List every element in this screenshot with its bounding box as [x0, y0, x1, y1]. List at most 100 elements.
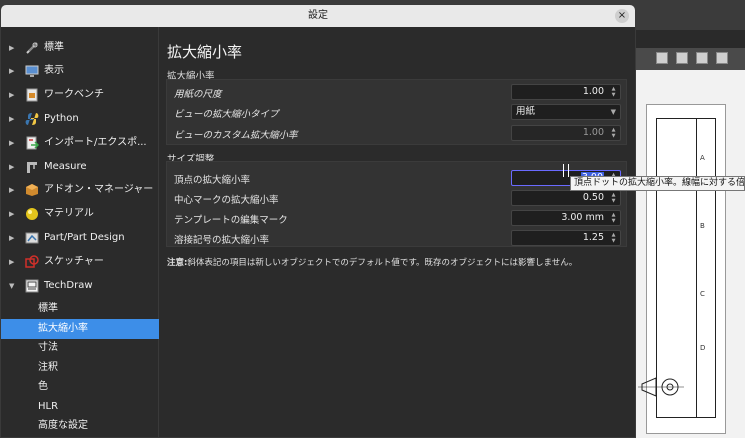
sidebar-item-addon-manager[interactable]: ▶ アドオン・マネージャー — [1, 179, 159, 201]
sidebar-item-import-export[interactable]: ▶ インポート/エクスポ... — [1, 132, 159, 154]
page-scale-spinbox[interactable]: 1.00 ▲ ▼ — [511, 84, 621, 100]
weld-symbol-scale-label: 溶接記号の拡大縮小率 — [174, 235, 270, 246]
view-scale-type-select[interactable]: 用紙 ▼ — [511, 104, 621, 120]
sidebar-subitem-label: 注釈 — [38, 362, 58, 373]
spin-arrows-icon[interactable]: ▲▼ — [609, 232, 618, 244]
expand-arrow-icon[interactable]: ▶ — [9, 227, 14, 249]
sidebar-subitem-dimensions[interactable]: 寸法 — [1, 338, 159, 358]
expand-arrow-icon[interactable]: ▶ — [9, 84, 14, 106]
sidebar-subitem-label: 寸法 — [38, 342, 58, 353]
sidebar-item-techdraw[interactable]: ▼ TechDraw — [1, 275, 159, 297]
material-sphere-icon — [26, 208, 38, 220]
sidebar-subitem-label: 拡大縮小率 — [38, 323, 88, 334]
sidebar-item-workbench[interactable]: ▶ ワークベンチ — [1, 84, 159, 106]
toolbar-tool-icon[interactable] — [656, 52, 668, 64]
sidebar-item-label: 表示 — [44, 65, 64, 76]
toolbar-tool-icon[interactable] — [716, 52, 728, 64]
import-export-icon — [26, 136, 39, 150]
sidebar-item-label: TechDraw — [44, 280, 93, 291]
text-cursor-icon — [563, 164, 569, 177]
expand-arrow-icon[interactable]: ▶ — [9, 60, 14, 82]
group-box-size-adjust: 頂点の拡大縮小率 3.00 ▲▼ 中心マークの拡大縮小率 0.50 ▲▼ テンプ… — [166, 161, 627, 247]
sidebar-subitem-label: HLR — [38, 401, 59, 412]
sidebar-item-label: アドオン・マネージャー — [44, 184, 154, 195]
sidebar-item-label: Python — [44, 113, 79, 124]
sidebar-subitem-label: 色 — [38, 381, 48, 392]
sidebar-subitem-label: 標準 — [38, 303, 58, 314]
sketcher-icon — [25, 255, 39, 268]
sheet-zone-letter: C — [700, 290, 705, 298]
drawing-zone-line — [696, 118, 697, 418]
expand-arrow-icon[interactable]: ▶ — [9, 203, 14, 225]
preferences-sidebar: ▶ 標準 ▶ 表示 ▶ ワークベンチ ▶ Python ▶ インポート/エクスポ… — [1, 27, 159, 437]
spin-arrows-icon[interactable]: ▲▼ — [609, 86, 618, 98]
projection-symbol-icon — [638, 377, 684, 397]
template-edit-mark-value: 3.00 mm — [561, 212, 604, 223]
python-icon — [25, 113, 39, 125]
sidebar-item-label: Measure — [44, 161, 87, 172]
note-prefix: 注意: — [167, 258, 188, 268]
part-design-icon — [25, 232, 39, 244]
sidebar-item-display[interactable]: ▶ 表示 — [1, 60, 159, 82]
app-toolbar — [636, 48, 745, 70]
tooltip: 頂点ドットの拡大縮小率。線幅に対する倍 — [570, 176, 745, 191]
expand-arrow-icon[interactable]: ▶ — [9, 132, 14, 154]
view-custom-scale-spinbox[interactable]: 1.00 ▲ ▼ — [511, 125, 621, 141]
sidebar-item-part-design[interactable]: ▶ Part/Part Design — [1, 227, 159, 249]
sidebar-item-label: インポート/エクスポ... — [44, 137, 147, 148]
view-scale-type-label: ビューの拡大縮小タイプ — [174, 109, 279, 120]
page-title: 拡大縮小率 — [167, 43, 243, 61]
wrench-screwdriver-icon — [26, 42, 38, 54]
sidebar-item-label: スケッチャー — [44, 256, 104, 267]
dialog-title: 設定 — [308, 10, 328, 21]
sidebar-item-python[interactable]: ▶ Python — [1, 108, 159, 130]
italic-note: 注意:斜体表記の項目は新しいオブジェクトでのデフォルト値です。既存のオブジェクト… — [167, 256, 577, 268]
expand-arrow-icon[interactable]: ▶ — [9, 156, 14, 178]
caliper-icon — [27, 162, 37, 173]
collapse-arrow-icon[interactable]: ▼ — [9, 275, 14, 297]
weld-symbol-scale-spinbox[interactable]: 1.25 ▲ ▼ — [511, 230, 621, 246]
spin-arrows-icon[interactable]: ▲▼ — [609, 192, 618, 204]
template-edit-mark-label: テンプレートの編集マーク — [174, 215, 288, 226]
page-scale-value: 1.00 — [582, 86, 604, 97]
expand-arrow-icon[interactable]: ▶ — [9, 179, 14, 201]
group-box-scale: 用紙の尺度 1.00 ▲ ▼ ビューの拡大縮小タイプ 用紙 ▼ ビューのカスタム拡… — [166, 79, 627, 145]
sidebar-item-general[interactable]: ▶ 標準 — [1, 37, 159, 59]
monitor-icon — [25, 65, 39, 77]
view-scale-type-value: 用紙 — [516, 106, 536, 117]
view-custom-scale-label: ビューのカスタム拡大縮小率 — [174, 130, 298, 141]
chevron-down-icon: ▼ — [610, 108, 616, 116]
sidebar-subitem-colors[interactable]: 色 — [1, 377, 159, 397]
expand-arrow-icon[interactable]: ▶ — [9, 108, 14, 130]
sidebar-subitem-label: 高度な設定 — [38, 420, 88, 431]
addon-box-icon — [26, 184, 38, 196]
spin-arrows-icon[interactable]: ▲▼ — [609, 212, 618, 224]
sidebar-item-sketcher[interactable]: ▶ スケッチャー — [1, 251, 159, 273]
center-mark-scale-spinbox[interactable]: 0.50 ▲ ▼ — [511, 190, 621, 206]
spin-arrows-icon[interactable]: ▲▼ — [609, 127, 618, 139]
sidebar-subitem-annotation[interactable]: 注釈 — [1, 358, 159, 378]
page-scale-label: 用紙の尺度 — [174, 89, 222, 100]
sheet-zone-letter: A — [700, 154, 705, 162]
sidebar-item-measure[interactable]: ▶ Measure — [1, 156, 159, 178]
preferences-page: 拡大縮小率 拡大縮小率 用紙の尺度 1.00 ▲ ▼ ビューの拡大縮小タイプ 用紙… — [160, 27, 635, 437]
preferences-dialog: 設定 × ▶ 標準 ▶ 表示 ▶ ワークベンチ ▶ Python ▶ インポート… — [0, 4, 636, 438]
sidebar-item-label: マテリアル — [44, 208, 94, 219]
center-mark-scale-value: 0.50 — [582, 192, 604, 203]
sidebar-subitem-advanced[interactable]: 高度な設定 — [1, 416, 159, 436]
dialog-titlebar[interactable]: 設定 × — [1, 5, 635, 27]
template-edit-mark-spinbox[interactable]: 3.00 mm ▲ ▼ — [511, 210, 621, 226]
sidebar-subitem-hlr[interactable]: HLR — [1, 397, 159, 417]
toolbar-tool-icon[interactable] — [696, 52, 708, 64]
sidebar-item-material[interactable]: ▶ マテリアル — [1, 203, 159, 225]
toolbar-tool-icon[interactable] — [676, 52, 688, 64]
sheet-zone-letter: D — [700, 344, 706, 352]
expand-arrow-icon[interactable]: ▶ — [9, 251, 14, 273]
sidebar-subitem-general[interactable]: 標準 — [1, 299, 159, 319]
sidebar-item-label: Part/Part Design — [44, 232, 125, 243]
close-button[interactable]: × — [615, 9, 629, 23]
weld-symbol-scale-value: 1.25 — [582, 232, 604, 243]
techdraw-icon — [25, 279, 39, 293]
sidebar-subitem-scale[interactable]: 拡大縮小率 — [1, 319, 159, 339]
expand-arrow-icon[interactable]: ▶ — [9, 37, 14, 59]
